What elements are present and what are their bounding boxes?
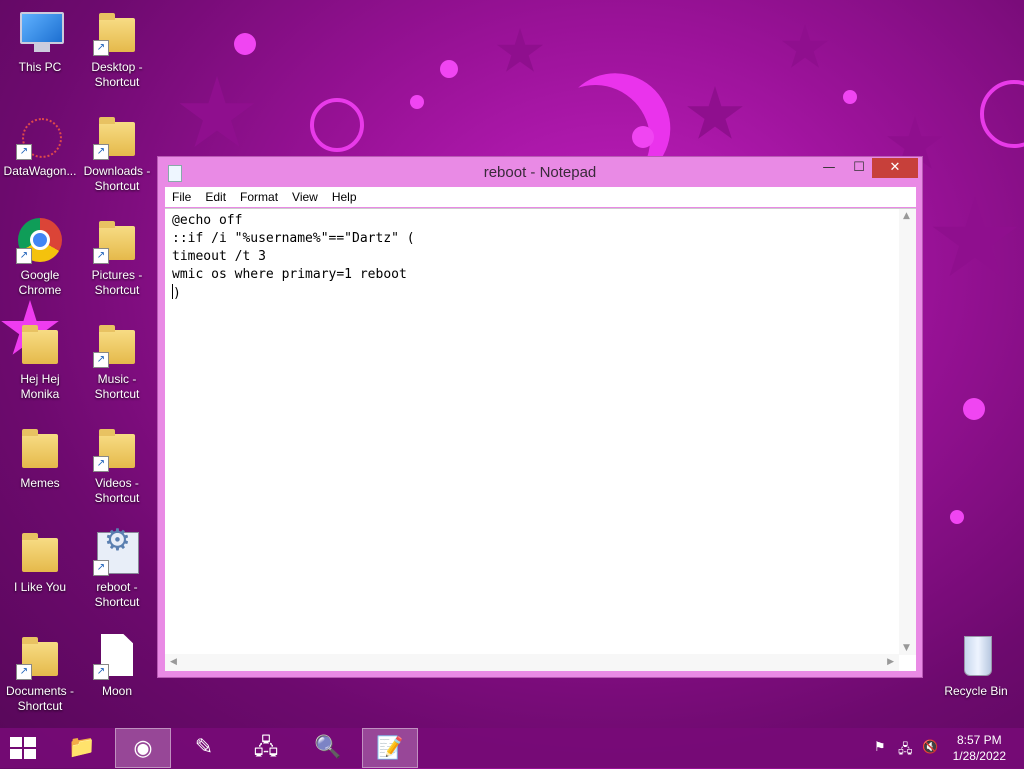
desktop-icon-downloads-shortcut[interactable]: ↗ Downloads - Shortcut [77, 112, 157, 194]
menu-help[interactable]: Help [325, 187, 364, 204]
desktop-icon-label: Downloads - Shortcut [83, 164, 151, 193]
desktop-icon-label: I Like You [13, 580, 67, 594]
menu-file[interactable]: File [165, 187, 198, 204]
shortcut-arrow-icon: ↗ [93, 248, 109, 264]
horizontal-scrollbar[interactable]: ◀ ▶ [165, 654, 899, 671]
shortcut-arrow-icon: ↗ [93, 664, 109, 680]
minimize-button[interactable]: — [815, 158, 843, 178]
desktop-icon-hej-hej-monika[interactable]: Hej Hej Monika [0, 320, 80, 402]
scroll-left-icon[interactable]: ◀ [170, 657, 177, 667]
desktop-icon-music-shortcut[interactable]: ↗ Music - Shortcut [77, 320, 157, 402]
magnifier-icon[interactable]: 🔍 [300, 728, 356, 768]
maximize-button[interactable]: ☐ [845, 158, 873, 178]
text-line: @echo off [172, 213, 243, 228]
desktop-icon-label: Hej Hej Monika [20, 372, 60, 401]
desktop-icon-videos-shortcut[interactable]: ↗ Videos - Shortcut [77, 424, 157, 506]
desktop-icon-recycle-bin[interactable]: Recycle Bin [936, 632, 1016, 699]
desktop-icon-label: This PC [18, 60, 62, 74]
desktop-icon-reboot-shortcut[interactable]: ↗ reboot - Shortcut [77, 528, 157, 610]
menu-view[interactable]: View [285, 187, 325, 204]
text-line: ) [173, 286, 181, 301]
file-explorer-icon[interactable]: 📁 [54, 728, 110, 768]
desktop-icon-documents-shortcut[interactable]: ↗ Documents - Shortcut [0, 632, 80, 714]
desktop-icon-label: Moon [101, 684, 133, 698]
notepad-window: reboot - Notepad — ☐ ✕ File Edit Format Vie… [157, 156, 923, 678]
shortcut-arrow-icon: ↗ [16, 248, 32, 264]
recycle-bin-icon [964, 636, 992, 676]
chrome-icon[interactable]: ◉ [115, 728, 171, 768]
scroll-up-icon[interactable]: ▲ [903, 211, 910, 221]
shortcut-arrow-icon: ↗ [93, 560, 109, 576]
shortcut-arrow-icon: ↗ [93, 144, 109, 160]
notepad-plus-plus-icon[interactable]: ✎ [176, 728, 232, 768]
text-editor-area[interactable]: @echo off ::if /i "%username%"=="Dartz" … [165, 208, 916, 671]
desktop-icon-label: Google Chrome [18, 268, 62, 297]
volume-muted-icon[interactable]: 🔇 [922, 740, 938, 755]
desktop-icon-i-like-you[interactable]: I Like You [0, 528, 80, 595]
text-line: ::if /i "%username%"=="Dartz" ( [172, 231, 415, 246]
clock-date: 1/28/2022 [952, 749, 1006, 763]
computer-icon [20, 12, 64, 52]
desktop-icon-label: reboot - Shortcut [94, 580, 140, 609]
notepad-icon[interactable]: 📝 [362, 728, 418, 768]
shortcut-arrow-icon: ↗ [93, 40, 109, 56]
desktop-icon-this-pc[interactable]: This PC [0, 8, 80, 75]
taskbar: 📁 ◉ ✎ 🖧 🔍 📝 ⚑ 🖧 🔇 8:57 PM 1/28/2022 [0, 728, 1024, 768]
desktop-icon-label: Recycle Bin [944, 684, 1008, 698]
network-app-icon[interactable]: 🖧 [238, 728, 294, 768]
folder-icon [22, 325, 58, 364]
action-center-flag-icon[interactable]: ⚑ [874, 740, 886, 755]
desktop-icon-moon[interactable]: ↗ Moon [77, 632, 157, 699]
shortcut-arrow-icon: ↗ [16, 664, 32, 680]
taskbar-clock[interactable]: 8:57 PM 1/28/2022 [953, 732, 1006, 764]
desktop-icon-label: Memes [20, 476, 60, 490]
clock-time: 8:57 PM [956, 733, 1002, 747]
desktop-icon-google-chrome[interactable]: ↗ Google Chrome [0, 216, 80, 298]
vertical-scrollbar[interactable]: ▲ ▼ [899, 209, 916, 655]
scroll-down-icon[interactable]: ▼ [903, 643, 910, 653]
desktop-icon-label: Documents - Shortcut [5, 684, 75, 713]
title-bar[interactable]: reboot - Notepad — ☐ ✕ [158, 157, 922, 187]
desktop-icon-label: Desktop - Shortcut [91, 60, 143, 89]
menu-bar: File Edit Format View Help [165, 187, 916, 207]
scroll-right-icon[interactable]: ▶ [887, 657, 894, 667]
desktop-icon-datawagon[interactable]: ↗ DataWagon... [0, 112, 80, 179]
desktop-icon-pictures-shortcut[interactable]: ↗ Pictures - Shortcut [77, 216, 157, 298]
editor-text[interactable]: @echo off ::if /i "%username%"=="Dartz" … [172, 212, 415, 303]
desktop-icon-label: Videos - Shortcut [94, 476, 140, 505]
text-line: wmic os where primary=1 reboot [172, 267, 407, 282]
desktop-icon-label: Music - Shortcut [94, 372, 140, 401]
close-button[interactable]: ✕ [872, 158, 918, 178]
folder-icon [22, 533, 58, 572]
network-icon[interactable]: 🖧 [898, 740, 913, 762]
window-title: reboot - Notepad [483, 164, 597, 181]
shortcut-arrow-icon: ↗ [93, 352, 109, 368]
text-line: timeout /t 3 [172, 249, 266, 264]
desktop-icon-desktop-shortcut[interactable]: ↗ Desktop - Shortcut [77, 8, 157, 90]
menu-edit[interactable]: Edit [198, 187, 233, 204]
shortcut-arrow-icon: ↗ [93, 456, 109, 472]
desktop-icon-label: Pictures - Shortcut [91, 268, 143, 297]
desktop-icon-label: DataWagon... [3, 164, 77, 178]
desktop-icon-memes[interactable]: Memes [0, 424, 80, 491]
windows-start-icon[interactable] [10, 737, 38, 759]
folder-icon [22, 429, 58, 468]
shortcut-arrow-icon: ↗ [16, 144, 32, 160]
menu-format[interactable]: Format [233, 187, 285, 204]
